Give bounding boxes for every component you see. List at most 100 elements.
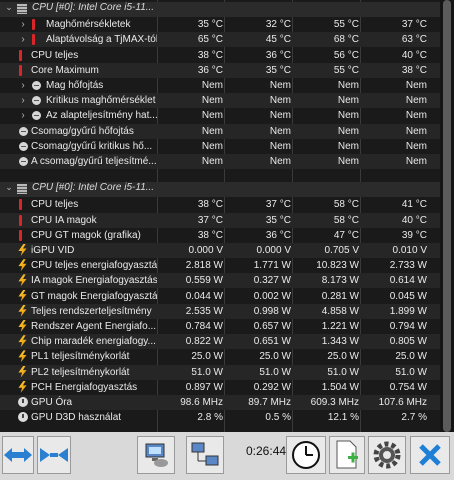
remote-monitoring-button[interactable]	[186, 436, 224, 474]
chevron-right-icon[interactable]: ›	[19, 32, 27, 47]
sensor-row[interactable]: › Maghőmérsékletek 35 °C 32 °C 55 °C 37 °C	[0, 17, 440, 32]
sensor-name-cell: › Kritikus maghőmérséklet	[0, 93, 157, 108]
sensor-row[interactable]: CPU teljes 38 °C 37 °C 58 °C 41 °C	[0, 197, 440, 212]
sensor-name-cell: CPU teljes	[0, 197, 157, 212]
sensor-row[interactable]: Rendszer Agent Energiafo... 0.784 W 0.657 …	[0, 319, 440, 334]
sensor-label: IA magok Energiafogyasztás	[31, 275, 157, 287]
sensor-row[interactable]: GPU D3D használat 2.8 % 0.5 % 12.1 % 2.7 %	[0, 410, 440, 425]
minimum-value: Nem	[269, 110, 291, 122]
sensor-label: Rendszer Agent Energiafo...	[31, 321, 157, 332]
sensor-name-cell: CPU teljes	[0, 48, 157, 63]
sensor-label: GPU Óra	[31, 397, 73, 408]
minimum-value: 0.5 %	[265, 412, 291, 424]
sensor-row[interactable]: › Kritikus maghőmérséklet Nem Nem Nem Nem	[0, 93, 440, 109]
sensor-row[interactable]: CPU IA magok 37 °C 35 °C 58 °C 40 °C	[0, 212, 440, 228]
vertical-scrollbar[interactable]	[440, 0, 454, 432]
timer-button[interactable]	[286, 436, 326, 474]
average-value: 63 °C	[401, 34, 427, 46]
sensor-row[interactable]: CPU GT magok (grafika) 38 °C 36 °C 47 °C 39 …	[0, 228, 440, 243]
current-value: 38 °C	[197, 229, 223, 241]
chevron-right-icon[interactable]: ›	[19, 93, 27, 108]
minimum-value: 0.998 W	[253, 305, 291, 317]
add-report-button[interactable]	[329, 436, 365, 474]
current-value: 65 °C	[197, 34, 223, 46]
bolt-icon	[18, 259, 27, 272]
sensor-label: Alaptávolság a TjMAX-tól	[46, 34, 157, 46]
maximum-value: 58 °C	[333, 214, 359, 226]
network-button[interactable]	[137, 436, 175, 474]
chevron-down-icon[interactable]: ⌄	[5, 2, 13, 13]
sensor-row[interactable]: CPU teljes energiafogyasztás 2.818 W 1.771…	[0, 258, 440, 273]
sensor-row[interactable]: › Mag hőfojtás Nem Nem Nem Nem	[0, 78, 440, 93]
average-value: 0.794 W	[389, 321, 427, 332]
chevron-right-icon[interactable]: ›	[19, 108, 27, 123]
sensor-row[interactable]: › Az alapteljesítmény hat... Nem Nem Nem Nem	[0, 108, 440, 123]
maximum-value: 1.343 W	[321, 336, 359, 348]
settings-button[interactable]	[368, 436, 406, 474]
thermometer-icon	[32, 34, 35, 46]
current-value: 0.559 W	[185, 275, 223, 287]
collapse-columns-button[interactable]	[37, 436, 71, 474]
sensor-label: Csomag/gyűrű kritikus hő...	[31, 140, 153, 152]
sensor-name-cell: Csomag/gyűrű hőfojtás	[0, 124, 157, 139]
sensor-row[interactable]: GPU Óra 98.6 MHz 89.7 MHz 609.3 MHz 107.6 MH…	[0, 395, 440, 410]
thermometer-icon	[19, 199, 22, 211]
sensor-label: PL1 teljesítménykorlát	[31, 351, 130, 363]
sensor-row[interactable]: PL1 teljesítménykorlát 25.0 W 25.0 W 25.0 W…	[0, 349, 440, 364]
sensor-name-cell: Csomag/gyűrű kritikus hő...	[0, 139, 157, 154]
sensor-row[interactable]: iGPU VID 0.000 V 0.000 V 0.705 V 0.010 V	[0, 243, 440, 258]
expand-columns-button[interactable]	[2, 436, 34, 474]
current-value: 2.8 %	[197, 412, 223, 424]
close-button[interactable]	[410, 436, 450, 474]
bolt-icon	[18, 304, 27, 317]
sensor-row[interactable]: Core Maximum 36 °C 35 °C 55 °C 38 °C	[0, 62, 440, 78]
chevron-right-icon[interactable]: ›	[19, 17, 27, 32]
section-header[interactable]: ⌄ CPU [#0]: Intel Core i5-11...	[0, 182, 440, 198]
sensor-row[interactable]: A csomag/gyűrű teljesítmé... Nem Nem Nem Nem	[0, 154, 440, 169]
sensor-row[interactable]: GT magok Energiafogyasztás 0.044 W 0.002 W…	[0, 289, 440, 304]
current-value: 38 °C	[197, 49, 223, 61]
sensor-label: CPU IA magok	[31, 214, 97, 226]
average-value: Nem	[405, 110, 427, 122]
chevron-right-icon[interactable]: ›	[19, 78, 27, 93]
status-icon	[19, 141, 28, 151]
sensor-row[interactable]: › Alaptávolság a TjMAX-tól 65 °C 45 °C 68 °C…	[0, 32, 440, 48]
bolt-icon	[18, 289, 27, 302]
maximum-value: 1.504 W	[321, 381, 359, 393]
minimum-value: 0.000 V	[256, 245, 291, 256]
sensor-label: GPU D3D használat	[31, 412, 122, 424]
average-value: 38 °C	[401, 64, 427, 76]
current-value: 0.784 W	[185, 321, 223, 332]
sensor-name-cell: › Alaptávolság a TjMAX-tól	[0, 32, 157, 47]
elapsed-time: 0:26:44	[246, 444, 287, 458]
maximum-value: 4.858 W	[321, 305, 359, 317]
sensor-row[interactable]: Teljes rendszerteljesítmény 2.535 W 0.998 …	[0, 303, 440, 319]
current-value: 38 °C	[197, 199, 223, 211]
minimum-value: 32 °C	[265, 19, 291, 31]
maximum-value: 58 °C	[333, 199, 359, 211]
average-value: 0.614 W	[389, 275, 427, 287]
sensor-name-cell: › Maghőmérsékletek	[0, 17, 157, 32]
sensor-label: Az alapteljesítmény hat...	[46, 110, 157, 122]
maximum-value: 55 °C	[333, 64, 359, 76]
current-value: 37 °C	[197, 214, 223, 226]
chevron-down-icon[interactable]: ⌄	[5, 182, 13, 193]
sensor-name-cell: GPU Óra	[0, 395, 157, 410]
gear-icon	[373, 441, 401, 469]
average-value: Nem	[405, 80, 427, 91]
sensor-row[interactable]: CPU teljes 38 °C 36 °C 56 °C 40 °C	[0, 48, 440, 63]
minimum-value: Nem	[269, 156, 291, 167]
sensor-row[interactable]: Csomag/gyűrű hőfojtás Nem Nem Nem Nem	[0, 123, 440, 139]
sensor-row[interactable]: IA magok Energiafogyasztás 0.559 W 0.327 W…	[0, 273, 440, 289]
sensor-row[interactable]: PCH Energiafogyasztás 0.897 W 0.292 W 1.504…	[0, 380, 440, 395]
current-value: 2.818 W	[185, 260, 223, 272]
sensor-label: CPU teljes energiafogyasztás	[31, 260, 157, 272]
clock-icon	[292, 441, 320, 469]
sensor-row[interactable]: Csomag/gyűrű kritikus hő... Nem Nem Nem Nem	[0, 139, 440, 154]
sensor-row[interactable]: PL2 teljesítménykorlát 51.0 W 51.0 W 51.0 W…	[0, 364, 440, 380]
bolt-icon	[18, 350, 27, 363]
sensor-row[interactable]: Chip maradék energiafogy... 0.822 W 0.651 …	[0, 334, 440, 350]
section-header[interactable]: ⌄ CPU [#0]: Intel Core i5-11...	[0, 2, 440, 17]
scrollbar-thumb[interactable]	[443, 0, 451, 432]
clock-icon	[18, 397, 28, 407]
